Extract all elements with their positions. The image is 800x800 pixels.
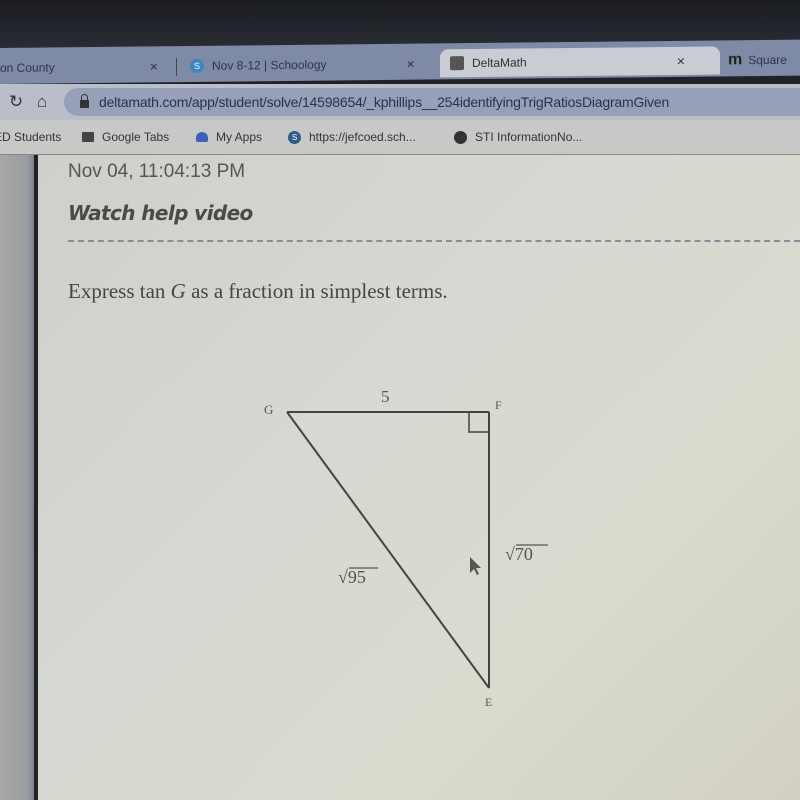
bookmark-label: Google Tabs (102, 130, 170, 144)
mouse-cursor-icon (470, 557, 481, 575)
globe-icon (454, 130, 467, 144)
schoology-icon: S (288, 130, 301, 144)
address-bar[interactable]: deltamath.com/app/student/solve/14598654… (64, 88, 800, 116)
bookmark-label: STI InformationNo... (475, 130, 583, 144)
left-sidebar (0, 155, 34, 800)
browser-toolbar: ↻ ⌂ deltamath.com/app/student/solve/1459… (0, 84, 800, 120)
tab-separator (176, 58, 177, 77)
bookmark-sti[interactable]: STI InformationNo... (454, 130, 582, 144)
cloud-icon (196, 132, 208, 142)
close-icon[interactable]: × (407, 56, 415, 72)
bookmark-label: ED Students (0, 130, 62, 144)
bookmark-jefcoed[interactable]: S https://jefcoed.sch... (288, 130, 416, 144)
bookmarks-bar: ED Students Google Tabs My Apps S https:… (0, 120, 800, 155)
tab-schoology[interactable]: S Nov 8-12 | Schoology × (190, 50, 415, 80)
deltamath-icon (450, 56, 464, 71)
vertex-label-f: F (495, 398, 502, 412)
tab-label: on County (0, 60, 55, 75)
tab-square[interactable]: m Square (728, 46, 787, 75)
m-icon: m (728, 51, 743, 69)
tab-county[interactable]: on County × (0, 52, 158, 82)
bookmark-label: My Apps (216, 130, 263, 144)
vertex-label-g: G (264, 402, 273, 417)
bookmark-ed-students[interactable]: ED Students (0, 130, 61, 144)
side-label-ge: √95 (338, 567, 366, 587)
url-text: deltamath.com/app/student/solve/14598654… (99, 94, 670, 110)
right-angle-marker (468, 412, 489, 433)
tab-label: Nov 8-12 | Schoology (212, 57, 327, 73)
tab-label: DeltaMath (472, 55, 527, 71)
bookmark-my-apps[interactable]: My Apps (196, 130, 262, 144)
problem-page: Nov 04, 11:04:13 PM Watch help video Exp… (38, 155, 800, 800)
lock-icon (80, 94, 89, 108)
vertex-label-e: E (485, 695, 492, 709)
tab-deltamath[interactable]: DeltaMath × (440, 46, 720, 78)
tab-label: Square (748, 52, 787, 68)
reload-icon[interactable]: ↻ (6, 92, 26, 112)
side-label-fe: √70 (505, 544, 533, 564)
schoology-icon: S (190, 58, 204, 74)
folder-icon (82, 132, 94, 142)
bookmark-google-tabs[interactable]: Google Tabs (82, 130, 169, 144)
tab-strip: on County × S Nov 8-12 | Schoology × Del… (0, 39, 800, 84)
close-icon[interactable]: × (150, 58, 158, 74)
side-label-gf: 5 (381, 387, 390, 406)
side-ge (286, 411, 490, 689)
close-icon[interactable]: × (677, 53, 685, 69)
bookmark-label: https://jefcoed.sch... (309, 130, 416, 144)
triangle-diagram: G F E 5 √70 √95 (264, 387, 548, 709)
home-icon[interactable]: ⌂ (32, 92, 52, 112)
